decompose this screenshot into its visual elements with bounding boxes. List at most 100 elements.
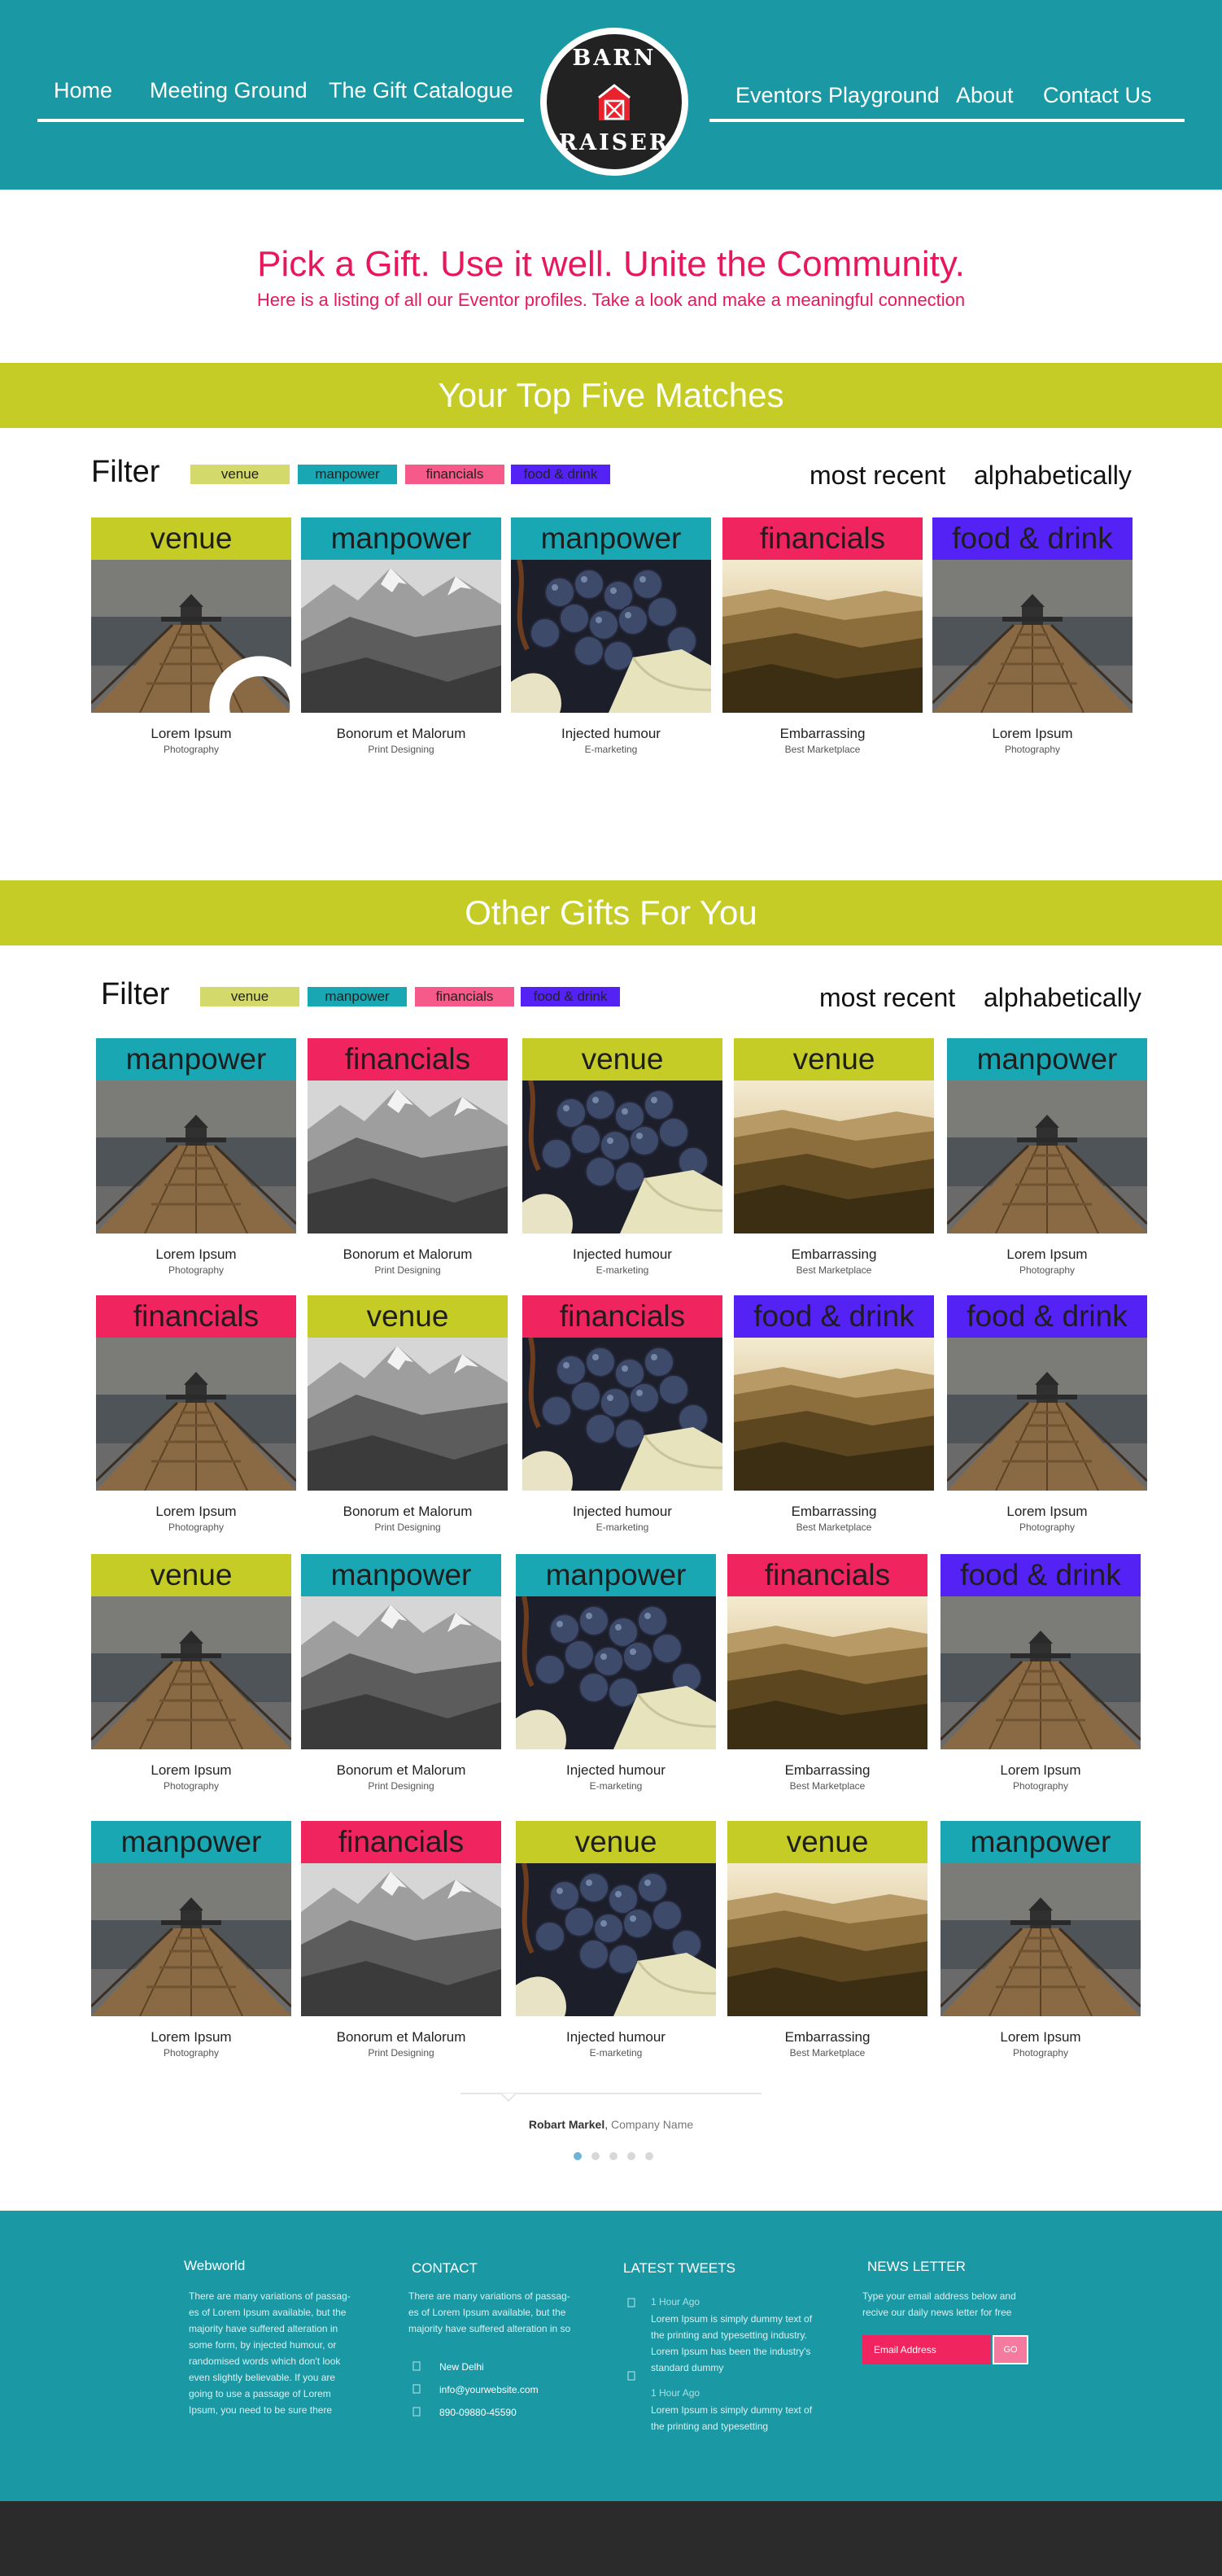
mountains-photo[interactable]: [301, 1863, 501, 2016]
hills-photo[interactable]: [734, 1081, 934, 1233]
card-title[interactable]: Embarrassing: [734, 1504, 934, 1520]
nav-contact-us[interactable]: Contact Us: [1043, 83, 1152, 108]
hills-photo[interactable]: [727, 1596, 927, 1749]
grapes-photo[interactable]: [522, 1081, 722, 1233]
hills-photo[interactable]: [727, 1863, 927, 2016]
pier-photo[interactable]: [932, 560, 1133, 713]
carousel-dot-3[interactable]: [609, 2152, 618, 2160]
hills-photo[interactable]: [722, 560, 923, 713]
card-title[interactable]: Lorem Ipsum: [91, 1762, 291, 1779]
newsletter-email-input[interactable]: [862, 2335, 991, 2364]
nav-meeting-ground[interactable]: Meeting Ground: [150, 78, 308, 103]
nav-about[interactable]: About: [956, 83, 1014, 108]
pier-photo[interactable]: [941, 1863, 1141, 2016]
card-title[interactable]: Bonorum et Malorum: [301, 2029, 501, 2046]
pier-photo[interactable]: [91, 560, 291, 713]
pier-photo[interactable]: [91, 1863, 291, 2016]
gift-card[interactable]: financials Injected humour E-marketing: [522, 1295, 722, 1548]
gift-card[interactable]: manpower Lorem Ipsum Photography: [947, 1038, 1147, 1290]
nav-gift-catalogue[interactable]: The Gift Catalogue: [329, 78, 513, 103]
gift-card[interactable]: food & drink Lorem Ipsum Photography: [932, 517, 1133, 770]
mountains-photo[interactable]: [308, 1081, 508, 1233]
mountains-photo[interactable]: [301, 560, 501, 713]
pier-photo[interactable]: [91, 1596, 291, 1749]
footer-email[interactable]: info@yourwebsite.com: [439, 2384, 539, 2395]
logo[interactable]: BARN RAISER: [540, 28, 688, 176]
newsletter-go-button[interactable]: GO: [993, 2335, 1028, 2364]
pier-photo[interactable]: [941, 1596, 1141, 1749]
filter-chip-financials[interactable]: financials: [405, 465, 504, 484]
carousel-dot-1[interactable]: [574, 2152, 582, 2160]
gift-card[interactable]: financials Embarrassing Best Marketplace: [722, 517, 923, 770]
gift-card[interactable]: manpower Lorem Ipsum Photography: [941, 1821, 1141, 2073]
gift-card[interactable]: financials Bonorum et Malorum Print Design…: [301, 1821, 501, 2073]
sort-alphabetically[interactable]: alphabetically: [974, 461, 1132, 491]
gift-card[interactable]: manpower Injected humour E-marketing: [511, 517, 711, 770]
zoom-icon[interactable]: [176, 646, 291, 713]
gift-card[interactable]: manpower Lorem Ipsum Photography: [91, 1821, 291, 2073]
card-title[interactable]: Lorem Ipsum: [91, 2029, 291, 2046]
card-title[interactable]: Bonorum et Malorum: [301, 726, 501, 742]
carousel-dot-5[interactable]: [645, 2152, 653, 2160]
pier-photo[interactable]: [947, 1338, 1147, 1491]
card-title[interactable]: Injected humour: [516, 1762, 716, 1779]
card-title[interactable]: Embarrassing: [734, 1247, 934, 1263]
card-title[interactable]: Lorem Ipsum: [947, 1247, 1147, 1263]
card-title[interactable]: Lorem Ipsum: [947, 1504, 1147, 1520]
gift-card[interactable]: financials Lorem Ipsum Photography: [96, 1295, 296, 1548]
gift-card[interactable]: financials Embarrassing Best Marketplace: [727, 1554, 927, 1806]
grapes-photo[interactable]: [522, 1338, 722, 1491]
grapes-photo[interactable]: [516, 1596, 716, 1749]
filter-chip-food-drink-2[interactable]: food & drink: [521, 987, 620, 1006]
card-title[interactable]: Lorem Ipsum: [941, 1762, 1141, 1779]
pier-photo[interactable]: [96, 1081, 296, 1233]
carousel-dot-2[interactable]: [591, 2152, 600, 2160]
nav-home[interactable]: Home: [54, 78, 112, 103]
gift-card[interactable]: food & drink Lorem Ipsum Photography: [941, 1554, 1141, 1806]
sort-most-recent-2[interactable]: most recent: [819, 983, 955, 1013]
pier-photo[interactable]: [947, 1081, 1147, 1233]
card-title[interactable]: Injected humour: [522, 1247, 722, 1263]
filter-chip-venue-2[interactable]: venue: [200, 987, 299, 1006]
gift-card[interactable]: venue Bonorum et Malorum Print Designing: [308, 1295, 508, 1548]
gift-card[interactable]: manpower Bonorum et Malorum Print Designin…: [301, 1554, 501, 1806]
carousel-dot-4[interactable]: [627, 2152, 635, 2160]
gift-card[interactable]: venue Injected humour E-marketing: [522, 1038, 722, 1290]
mountains-photo[interactable]: [308, 1338, 508, 1491]
gift-card[interactable]: manpower Lorem Ipsum Photography: [96, 1038, 296, 1290]
gift-card[interactable]: venue Lorem Ipsum Photography: [91, 1554, 291, 1806]
mountains-photo[interactable]: [301, 1596, 501, 1749]
filter-chip-financials-2[interactable]: financials: [415, 987, 514, 1006]
nav-eventors-playground[interactable]: Eventors Playground: [735, 83, 940, 108]
grapes-photo[interactable]: [516, 1863, 716, 2016]
card-title[interactable]: Lorem Ipsum: [91, 726, 291, 742]
filter-chip-manpower[interactable]: manpower: [298, 465, 397, 484]
card-title[interactable]: Lorem Ipsum: [941, 2029, 1141, 2046]
hills-photo[interactable]: [734, 1338, 934, 1491]
sort-most-recent[interactable]: most recent: [810, 461, 945, 491]
gift-card[interactable]: venue Lorem Ipsum Photography: [91, 517, 291, 770]
card-title[interactable]: Embarrassing: [727, 2029, 927, 2046]
card-title[interactable]: Lorem Ipsum: [96, 1247, 296, 1263]
filter-chip-venue[interactable]: venue: [190, 465, 290, 484]
card-title[interactable]: Injected humour: [511, 726, 711, 742]
gift-card[interactable]: venue Embarrassing Best Marketplace: [727, 1821, 927, 2073]
sort-alphabetically-2[interactable]: alphabetically: [984, 983, 1141, 1013]
card-title[interactable]: Lorem Ipsum: [96, 1504, 296, 1520]
pier-photo[interactable]: [96, 1338, 296, 1491]
gift-card[interactable]: financials Bonorum et Malorum Print Design…: [308, 1038, 508, 1290]
filter-chip-manpower-2[interactable]: manpower: [308, 987, 407, 1006]
card-title[interactable]: Injected humour: [516, 2029, 716, 2046]
gift-card[interactable]: food & drink Embarrassing Best Marketplace: [734, 1295, 934, 1548]
grapes-photo[interactable]: [511, 560, 711, 713]
card-title[interactable]: Bonorum et Malorum: [301, 1762, 501, 1779]
gift-card[interactable]: manpower Bonorum et Malorum Print Designin…: [301, 517, 501, 770]
card-title[interactable]: Embarrassing: [727, 1762, 927, 1779]
card-title[interactable]: Lorem Ipsum: [932, 726, 1133, 742]
filter-chip-food-drink[interactable]: food & drink: [511, 465, 610, 484]
gift-card[interactable]: venue Injected humour E-marketing: [516, 1821, 716, 2073]
card-title[interactable]: Embarrassing: [722, 726, 923, 742]
gift-card[interactable]: manpower Injected humour E-marketing: [516, 1554, 716, 1806]
card-title[interactable]: Bonorum et Malorum: [308, 1504, 508, 1520]
card-title[interactable]: Injected humour: [522, 1504, 722, 1520]
